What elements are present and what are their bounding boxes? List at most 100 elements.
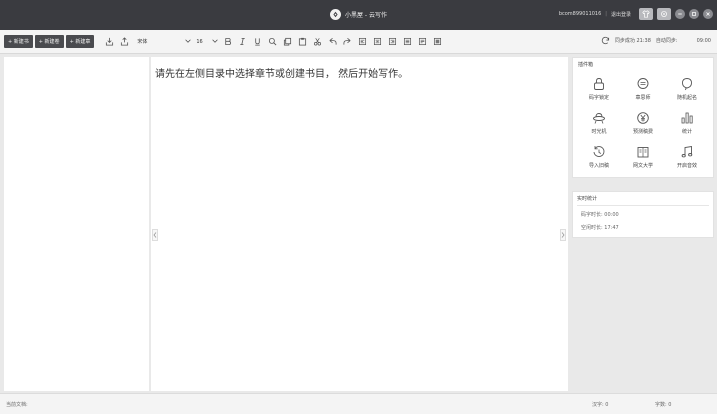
align-right-button[interactable] <box>385 34 400 49</box>
plugin-label: 开启音效 <box>676 163 697 169</box>
chevron-right-icon <box>561 232 565 238</box>
plugin-royalty-forecast[interactable]: 预测稿费 <box>621 106 665 140</box>
chevron-left-icon <box>153 232 157 238</box>
align-left-icon <box>359 37 367 46</box>
lock-icon <box>594 78 604 90</box>
layout-icon <box>434 37 442 46</box>
editor-area[interactable]: 请先在左侧目录中选择章节或创建书目， 然后开始写作。 <box>151 57 568 391</box>
gear-icon <box>661 11 667 17</box>
current-document: 当前文档: <box>6 402 28 408</box>
bold-button[interactable] <box>220 34 235 49</box>
collapse-right-button[interactable] <box>560 229 566 241</box>
export-button[interactable] <box>117 34 132 49</box>
minimize-button[interactable] <box>675 9 685 19</box>
font-family-value: 宋体 <box>137 39 148 45</box>
plugin-grid: 码字锁定 章思师 随机起名 时光机 预测稿费 统计 导入旧稿 网文大学 开启音效 <box>577 72 711 174</box>
maximize-button[interactable] <box>689 9 699 19</box>
new-chapter-button[interactable]: + 新建章 <box>65 35 95 48</box>
sync-status-text: 同步成功 21:38 <box>614 38 651 44</box>
plugin-import-draft[interactable]: 导入旧稿 <box>577 140 621 174</box>
import-button[interactable] <box>102 34 117 49</box>
sync-status: 同步成功 21:38 自动同步: 09:00 <box>601 36 711 45</box>
title-bar: 小黑屋 - 云写作 bcom899011016 | 退出登录 <box>0 0 717 30</box>
status-bar: 当前文档: 汉字: 0 字数: 0 <box>0 393 717 414</box>
plugin-label: 网文大学 <box>632 163 653 169</box>
music-icon <box>681 145 693 158</box>
plugin-label: 随机起名 <box>676 95 697 101</box>
char-count: 字数: 0 <box>655 402 672 408</box>
scissors-icon <box>314 38 322 46</box>
italic-button[interactable] <box>235 34 250 49</box>
plugin-web-novel-university[interactable]: 网文大学 <box>621 140 665 174</box>
indent-icon <box>404 37 412 46</box>
book-icon <box>637 147 649 158</box>
title-bar-right: bcom899011016 | 退出登录 <box>559 8 713 20</box>
logout-link[interactable]: 退出登录 <box>611 11 631 18</box>
auto-sync-label: 自动同步: <box>655 38 678 44</box>
align-center-button[interactable] <box>370 34 385 49</box>
chevron-down-icon <box>212 38 218 46</box>
plugin-chapter-helper[interactable]: 章思师 <box>621 72 665 106</box>
close-icon <box>706 12 710 16</box>
bold-icon <box>225 37 232 46</box>
plugin-label: 章思师 <box>635 95 651 101</box>
hanzi-count: 汉字: 0 <box>592 402 609 408</box>
skin-button[interactable] <box>639 8 653 20</box>
format-button[interactable] <box>415 34 430 49</box>
ufo-icon <box>593 113 605 124</box>
font-size-select[interactable]: 16 <box>194 35 220 48</box>
separator: | <box>605 11 607 17</box>
plugin-lock[interactable]: 码字锁定 <box>577 72 621 106</box>
plugin-time-machine[interactable]: 时光机 <box>577 106 621 140</box>
chevron-down-icon <box>185 38 191 46</box>
copy-button[interactable] <box>280 34 295 49</box>
plugin-random-name[interactable]: 随机起名 <box>665 72 709 106</box>
plugin-label: 导入旧稿 <box>588 163 609 169</box>
plugin-box: 插件箱 码字锁定 章思师 随机起名 时光机 预测稿费 统计 导入旧稿 网文大学 … <box>572 57 714 178</box>
settings-button[interactable] <box>657 8 671 20</box>
app-title-group: 小黑屋 - 云写作 <box>330 9 387 20</box>
align-left-button[interactable] <box>355 34 370 49</box>
plugin-label: 码字锁定 <box>588 95 609 101</box>
cut-button[interactable] <box>310 34 325 49</box>
divider <box>577 205 709 206</box>
paste-button[interactable] <box>295 34 310 49</box>
right-sidebar-background <box>570 240 717 391</box>
history-icon <box>593 146 605 157</box>
copy-icon <box>284 37 292 46</box>
editor-hint: 请先在左侧目录中选择章节或创建书目， 然后开始写作。 <box>155 69 409 80</box>
realtime-stats-panel: 实时统计 码字时长: 00:00 空闲时长: 17:47 <box>572 191 714 238</box>
stats-title: 实时统计 <box>577 196 598 202</box>
new-book-button[interactable]: + 新建书 <box>4 35 33 48</box>
italic-icon <box>240 37 246 46</box>
font-family-select[interactable]: 宋体 <box>134 35 194 48</box>
sync-icon[interactable] <box>601 36 610 45</box>
plugin-label: 预测稿费 <box>632 129 653 135</box>
search-button[interactable] <box>265 34 280 49</box>
new-volume-button[interactable]: + 新建卷 <box>34 35 64 48</box>
redo-button[interactable] <box>340 34 355 49</box>
plugin-statistics[interactable]: 统计 <box>665 106 709 140</box>
directory-panel[interactable] <box>4 57 149 391</box>
layout-button[interactable] <box>430 34 445 49</box>
plugin-label: 时光机 <box>591 129 607 135</box>
search-icon <box>269 37 277 46</box>
close-button[interactable] <box>703 9 713 19</box>
underline-button[interactable] <box>250 34 265 49</box>
plugin-box-title: 插件箱 <box>578 62 594 68</box>
redo-icon <box>343 38 351 45</box>
paste-icon <box>299 37 307 46</box>
plugin-sound-effects[interactable]: 开启音效 <box>665 140 709 174</box>
collapse-left-button[interactable] <box>152 229 158 241</box>
undo-button[interactable] <box>325 34 340 49</box>
typing-time: 码字时长: 00:00 <box>581 212 619 218</box>
export-icon <box>121 37 129 46</box>
balloon-icon <box>682 78 692 91</box>
font-size-value: 16 <box>196 38 203 45</box>
import-icon <box>106 37 114 46</box>
undo-icon <box>329 38 337 45</box>
editor-toolbar: + 新建书 + 新建卷 + 新建章 宋体 16 同步成功 21:38 自动同步:… <box>0 30 717 54</box>
auto-sync-time: 09:00 <box>696 37 711 44</box>
indent-button[interactable] <box>400 34 415 49</box>
plugin-label: 统计 <box>681 129 692 135</box>
